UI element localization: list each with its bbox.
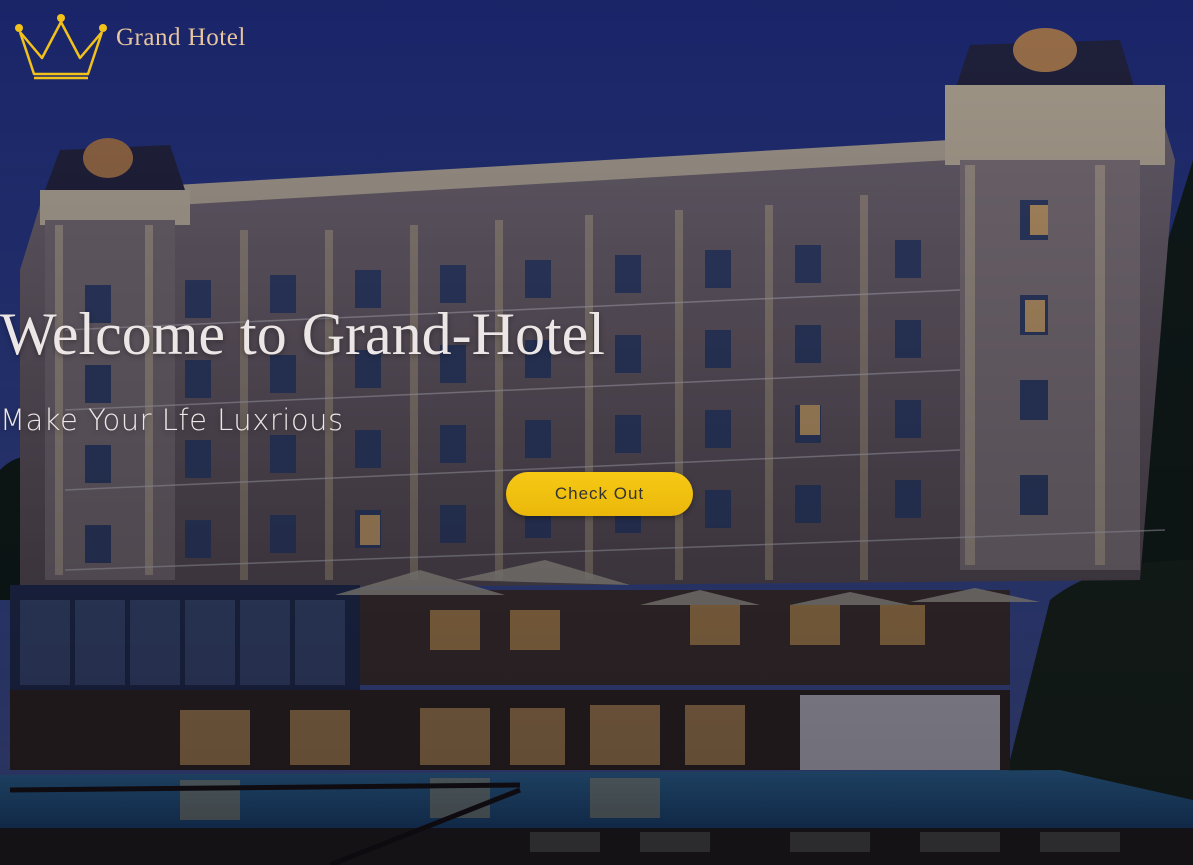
crown-icon (15, 14, 107, 80)
hero-subtitle: Make Your Lfe Luxrious (0, 403, 344, 437)
brand-name[interactable]: Grand Hotel (116, 24, 246, 52)
brand-logo[interactable]: Grand Hotel (12, 12, 246, 82)
check-out-button[interactable]: Check Out (506, 472, 693, 516)
hero-section: Grand Hotel Welcome to Grand-Hotel Make … (0, 0, 1193, 865)
hero-title: Welcome to Grand-Hotel (0, 301, 605, 367)
